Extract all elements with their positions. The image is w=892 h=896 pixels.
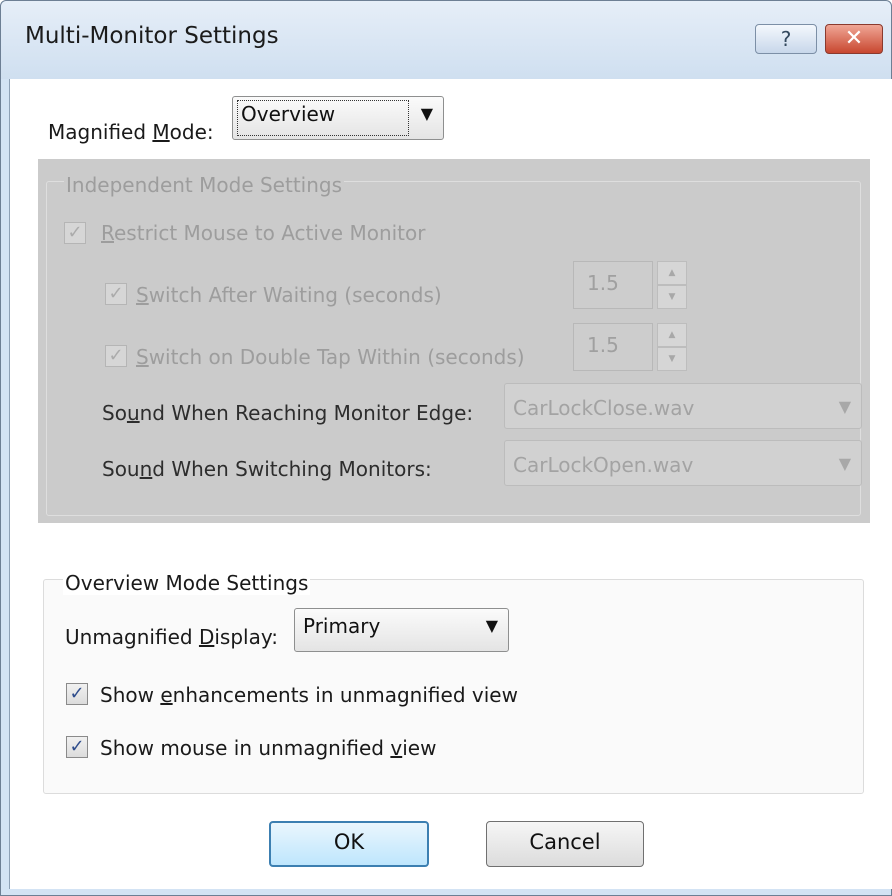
sound-switch-label: Sound When Switching Monitors:	[102, 457, 432, 481]
chevron-down-icon: ▼	[485, 616, 498, 635]
check-icon: ✓	[108, 283, 124, 304]
sound-edge-select[interactable]: CarLockClose.wav ▼	[504, 383, 862, 429]
magnified-mode-label: Magnified Mode:	[48, 120, 214, 144]
close-button[interactable]: ✕	[825, 24, 883, 54]
switch-double-tap-input[interactable]: 1.5	[573, 323, 653, 371]
unmagnified-display-label: Unmagnified Display:	[65, 625, 278, 649]
spin-down-icon: ▼	[668, 354, 676, 364]
help-button[interactable]: ?	[755, 24, 817, 54]
spin-down-icon: ▼	[668, 292, 676, 302]
show-enhancements-label: Show enhancements in unmagnified view	[100, 683, 518, 707]
show-enhancements-checkbox[interactable]: ✓	[66, 683, 88, 705]
switch-after-waiting-input[interactable]: 1.5	[573, 261, 653, 309]
dialog-window: Multi-Monitor Settings ? ✕ Magnified Mod…	[0, 0, 892, 896]
close-icon: ✕	[844, 26, 864, 51]
check-icon: ✓	[69, 736, 85, 757]
independent-mode-title: Independent Mode Settings	[64, 173, 345, 197]
cancel-button[interactable]: Cancel	[486, 821, 644, 867]
overview-mode-title: Overview Mode Settings	[63, 571, 311, 595]
switch-after-waiting-label: Switch After Waiting (seconds)	[136, 283, 442, 307]
switch-double-tap-label: Switch on Double Tap Within (seconds)	[136, 345, 525, 369]
restrict-mouse-label: Restrict Mouse to Active Monitor	[101, 221, 426, 245]
unmagnified-display-select[interactable]: Primary ▼	[294, 608, 509, 652]
spin-up-button[interactable]: ▲	[657, 323, 687, 347]
check-icon: ✓	[69, 683, 85, 704]
magnified-mode-value: Overview	[241, 102, 336, 126]
chevron-down-icon: ▼	[838, 454, 851, 473]
switch-after-waiting-checkbox[interactable]: ✓	[105, 283, 127, 305]
ok-button[interactable]: OK	[269, 821, 429, 867]
show-mouse-label: Show mouse in unmagnified view	[100, 736, 437, 760]
check-icon: ✓	[67, 222, 83, 243]
title-bar[interactable]: Multi-Monitor Settings ? ✕	[1, 1, 891, 79]
chevron-down-icon: ▼	[420, 104, 433, 123]
spin-up-icon: ▲	[668, 268, 676, 278]
sound-edge-label: Sound When Reaching Monitor Edge:	[102, 401, 474, 425]
spin-up-button[interactable]: ▲	[657, 261, 687, 285]
chevron-down-icon: ▼	[838, 397, 851, 416]
window-title: Multi-Monitor Settings	[25, 23, 279, 49]
switch-double-tap-checkbox[interactable]: ✓	[105, 345, 127, 367]
help-icon: ?	[780, 27, 792, 51]
magnified-mode-select[interactable]: Overview ▼	[232, 96, 444, 140]
show-mouse-checkbox[interactable]: ✓	[66, 736, 88, 758]
check-icon: ✓	[108, 345, 124, 366]
unmagnified-display-value: Primary	[303, 614, 381, 638]
spin-down-button[interactable]: ▼	[657, 347, 687, 371]
spin-down-button[interactable]: ▼	[657, 285, 687, 309]
restrict-mouse-checkbox[interactable]: ✓	[64, 222, 86, 244]
sound-edge-value: CarLockClose.wav	[513, 396, 695, 420]
spin-up-icon: ▲	[668, 330, 676, 340]
sound-switch-select[interactable]: CarLockOpen.wav ▼	[504, 440, 862, 486]
sound-switch-value: CarLockOpen.wav	[513, 453, 694, 477]
